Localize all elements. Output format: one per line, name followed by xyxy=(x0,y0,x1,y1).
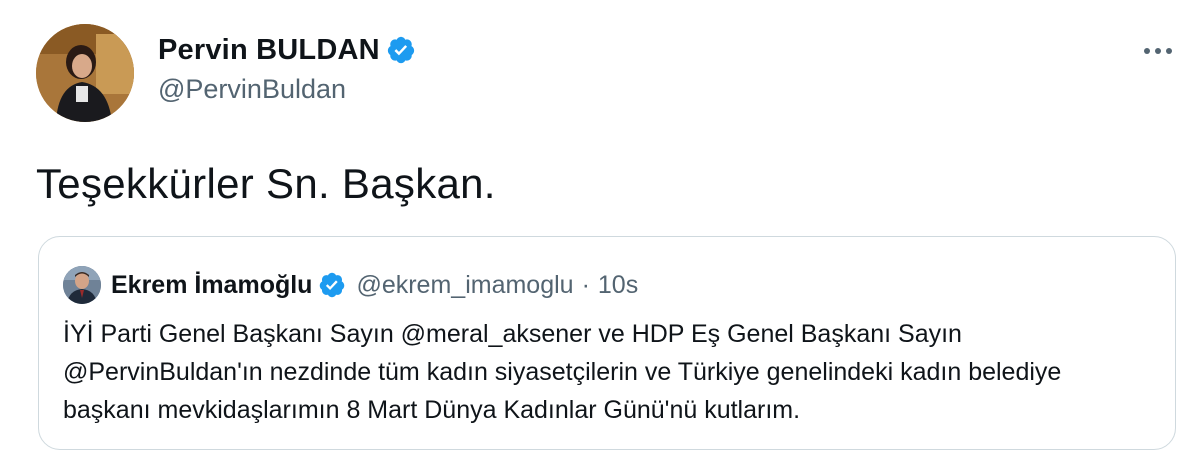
verified-badge-icon xyxy=(386,35,416,65)
quoted-author-avatar[interactable] xyxy=(63,266,101,304)
quoted-author-handle[interactable]: @ekrem_imamoglu xyxy=(356,271,573,300)
quoted-tweet-text: İYİ Parti Genel Başkanı Sayın @meral_aks… xyxy=(63,320,1062,424)
quoted-verified-badge-icon xyxy=(318,271,346,299)
author-avatar[interactable] xyxy=(36,24,134,122)
author-name-row: Pervin BULDAN xyxy=(158,30,416,70)
tweet-card: Pervin BULDAN @PervinBuldan Teşekkürler … xyxy=(0,0,1200,464)
more-options-icon xyxy=(1144,48,1172,54)
quoted-author-display-name[interactable]: Ekrem İmamoğlu xyxy=(111,271,312,300)
quoted-separator: · xyxy=(581,270,590,299)
tweet-text: Teşekkürler Sn. Başkan. xyxy=(36,160,496,207)
quoted-avatar-photo xyxy=(63,266,101,304)
author-handle[interactable]: @PervinBuldan xyxy=(158,74,416,105)
author-info: Pervin BULDAN @PervinBuldan xyxy=(158,30,416,105)
quoted-tweet-header: Ekrem İmamoğlu @ekrem_imamoglu · 10s xyxy=(63,265,638,305)
more-options-button[interactable] xyxy=(1138,36,1178,66)
quoted-tweet[interactable]: Ekrem İmamoğlu @ekrem_imamoglu · 10s İYİ… xyxy=(38,236,1176,450)
quoted-timestamp[interactable]: 10s xyxy=(598,271,638,300)
author-display-name[interactable]: Pervin BULDAN xyxy=(158,34,380,67)
avatar-photo xyxy=(36,24,134,122)
